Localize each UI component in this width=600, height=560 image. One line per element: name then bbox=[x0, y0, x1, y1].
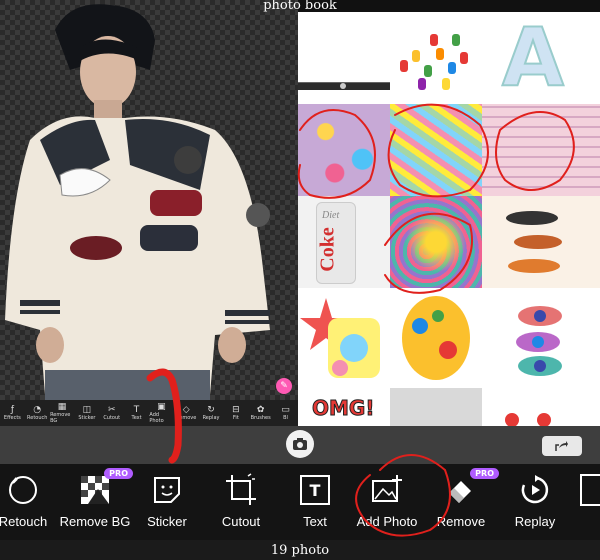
mini-tool-add-photo[interactable]: ▣ Add Photo bbox=[149, 402, 173, 424]
bw-portrait-photo[interactable] bbox=[390, 388, 482, 426]
cutout-icon: ✂ bbox=[107, 405, 116, 415]
cutout-icon bbox=[226, 473, 256, 505]
mini-tool-sticker[interactable]: ◫ Sticker bbox=[75, 405, 99, 421]
tool-label: Add Photo bbox=[356, 514, 418, 529]
union-jack-sequin-photo[interactable] bbox=[482, 104, 600, 196]
effects-icon: ƒ bbox=[10, 405, 14, 415]
eyes-lips-photo[interactable] bbox=[482, 288, 600, 388]
mini-tool-label: Cutout bbox=[103, 415, 121, 421]
fish-illustration-photo[interactable] bbox=[482, 196, 600, 288]
more-tool-icon bbox=[580, 474, 600, 506]
tool-more[interactable] bbox=[572, 472, 600, 538]
gummy-bears-photo[interactable] bbox=[390, 20, 480, 100]
photo-count: 19 photo bbox=[0, 540, 600, 560]
tool-label: Cutout bbox=[221, 514, 261, 529]
add-photo-icon: ▣ bbox=[157, 402, 166, 412]
camera-icon bbox=[293, 438, 307, 450]
camera-button[interactable] bbox=[286, 430, 314, 458]
pop-art-photo[interactable]: OMG! bbox=[298, 388, 390, 426]
mini-tool-label: Add Photo bbox=[149, 412, 164, 424]
tool-label: Remove bbox=[436, 514, 486, 529]
abstract-dots-photo[interactable] bbox=[390, 196, 482, 288]
mini-tool-label: Replay bbox=[202, 415, 220, 421]
text-icon: T bbox=[300, 475, 330, 505]
edit-layer-button[interactable]: ✎ bbox=[276, 378, 292, 394]
tool-label: Remove BG bbox=[59, 514, 131, 529]
retouch-icon bbox=[9, 476, 37, 504]
diet-coke-can-photo[interactable]: Diet Coke bbox=[298, 196, 390, 288]
subject-photo bbox=[5, 4, 270, 400]
editor-canvas[interactable]: ✎ bbox=[0, 0, 298, 400]
tool-label: Retouch bbox=[0, 514, 48, 529]
replay-icon: ↻ bbox=[207, 405, 215, 415]
mini-tool-remove[interactable]: ◇ Remove bbox=[174, 405, 198, 421]
share-button[interactable] bbox=[542, 436, 582, 456]
coke-label: Coke bbox=[316, 227, 339, 272]
tool-label: Sticker bbox=[147, 514, 187, 529]
floral-pattern-photo[interactable] bbox=[298, 104, 390, 196]
mini-tool-blur[interactable]: ▭ Bl bbox=[274, 405, 298, 421]
blur-icon: ▭ bbox=[281, 405, 290, 415]
mini-tool-label: Text bbox=[131, 415, 142, 421]
text-icon: T bbox=[133, 405, 140, 415]
sticker-egg-photo[interactable] bbox=[390, 288, 482, 388]
mini-tool-brushes[interactable]: ✿ Brushes bbox=[249, 405, 273, 421]
mini-tool-retouch[interactable]: ◔ Retouch bbox=[25, 405, 49, 421]
tool-replay[interactable]: Replay bbox=[492, 472, 578, 538]
mini-tool-replay[interactable]: ↻ Replay bbox=[199, 405, 223, 421]
star-doodle-photo[interactable] bbox=[298, 288, 390, 388]
mini-tool-text[interactable]: T Text bbox=[125, 405, 149, 421]
mini-tool-label: Fit bbox=[232, 415, 239, 421]
strawberries-photo[interactable] bbox=[482, 388, 600, 426]
tool-label: Replay bbox=[514, 514, 556, 529]
text-glyph: T bbox=[309, 480, 321, 500]
eraser-icon bbox=[449, 481, 471, 503]
sticker-icon: ◫ bbox=[82, 405, 92, 415]
mini-tool-label: Bl bbox=[283, 415, 288, 421]
letter-a-text: A bbox=[501, 12, 565, 102]
remove-bg-icon: ▦ bbox=[57, 402, 67, 412]
album-title: photo book bbox=[263, 0, 337, 13]
eraser-icon: ◇ bbox=[182, 405, 190, 415]
tool-label: Text bbox=[303, 514, 327, 529]
letter-a-sticker[interactable]: A bbox=[488, 12, 578, 102]
share-icon bbox=[555, 441, 568, 451]
sticker-icon bbox=[154, 477, 180, 503]
grid-scroll-handle[interactable] bbox=[298, 82, 390, 90]
mini-tool-fit[interactable]: ⊟ Fit bbox=[224, 405, 248, 421]
mini-tool-label: Brushes bbox=[250, 415, 271, 421]
retouch-icon: ◔ bbox=[33, 405, 42, 415]
add-photo-icon bbox=[372, 475, 402, 502]
main-toolbar: Retouch PRO Remove BG Sticker Cutout T T… bbox=[0, 464, 600, 540]
diet-label: Diet bbox=[322, 210, 340, 221]
mini-tool-effects[interactable]: ƒ Effects bbox=[0, 405, 24, 421]
pop-art-text: OMG! bbox=[311, 396, 375, 421]
mini-tool-label: Retouch bbox=[27, 415, 48, 421]
editor-mini-toolbar: ƒ Effects ◔ Retouch ▦ Remove BG ◫ Sticker ✂ C… bbox=[0, 400, 298, 426]
wavy-stripes-photo[interactable] bbox=[390, 104, 482, 196]
fit-icon: ⊟ bbox=[232, 405, 240, 415]
mini-tool-label: Effects bbox=[3, 415, 21, 421]
mini-tool-remove-bg[interactable]: ▦ Remove BG bbox=[50, 402, 74, 424]
mini-tool-label: Sticker bbox=[78, 415, 96, 421]
mini-tool-label: Remove BG bbox=[50, 412, 71, 424]
replay-icon bbox=[521, 475, 549, 504]
mini-tool-label: Remove bbox=[176, 415, 197, 421]
brush-icon: ✿ bbox=[256, 405, 265, 415]
mini-tool-cutout[interactable]: ✂ Cutout bbox=[100, 405, 124, 421]
photo-grid: A Diet Coke OMG! bbox=[298, 12, 600, 426]
